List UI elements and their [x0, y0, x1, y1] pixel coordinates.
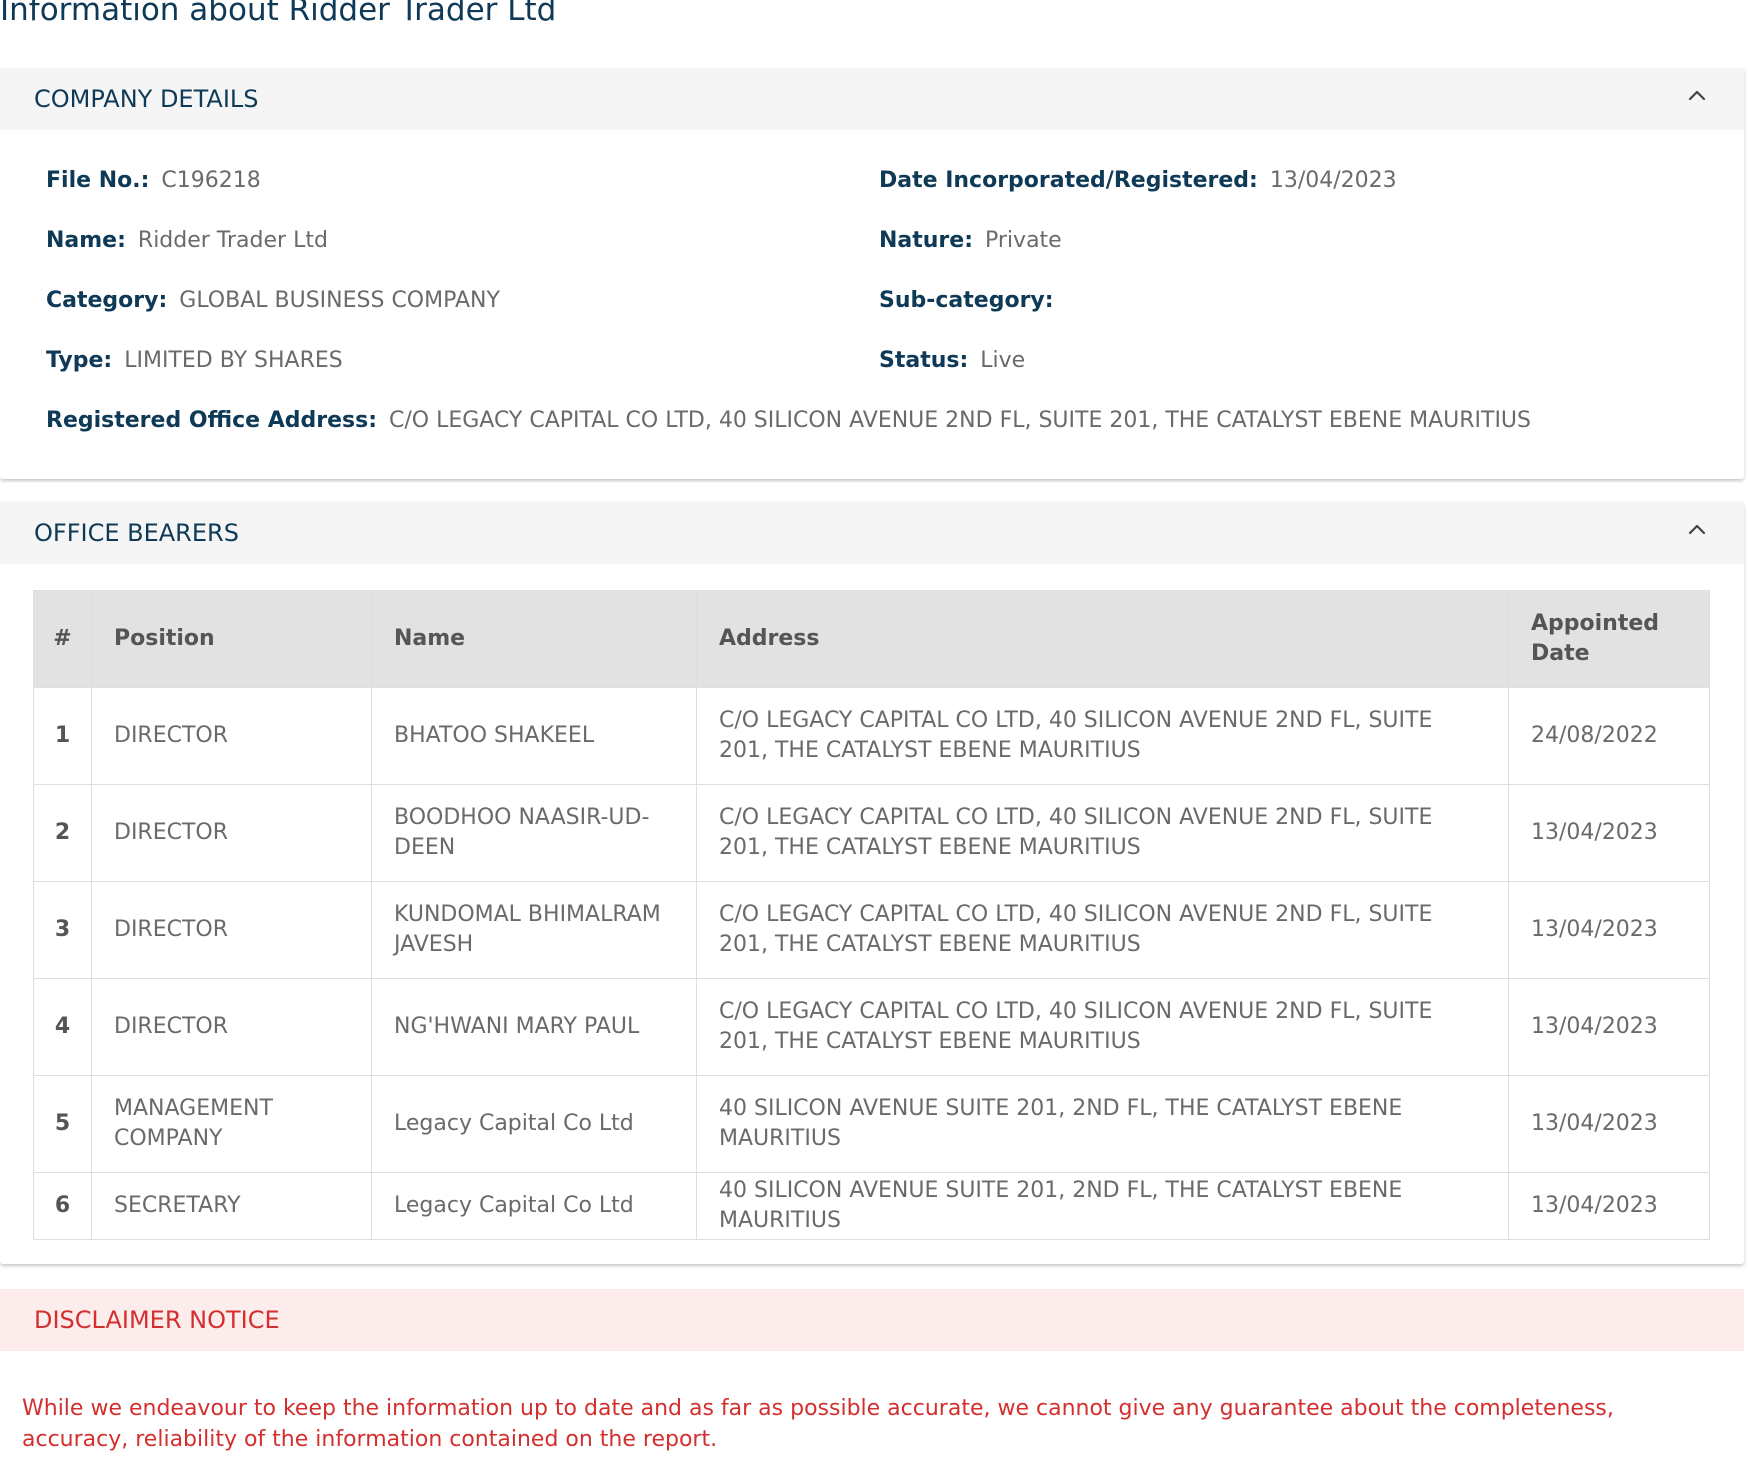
cell-number: 5: [33, 1075, 92, 1173]
cell-position: SECRETARY: [91, 1172, 372, 1240]
cell-name: Legacy Capital Co Ltd: [371, 1075, 697, 1173]
field-value: Private: [985, 228, 1062, 253]
company-details-panel: COMPANY DETAILS File No.: C196218 Date In…: [0, 68, 1744, 479]
cell-address: C/O LEGACY CAPITAL CO LTD, 40 SILICON AV…: [696, 784, 1509, 882]
cell-number: 2: [33, 784, 92, 882]
cell-number: 6: [33, 1172, 92, 1240]
chevron-up-icon[interactable]: [1684, 86, 1710, 106]
column-header-appointed-date: Appointed Date: [1508, 590, 1710, 688]
cell-name: NG'HWANI MARY PAUL: [371, 978, 697, 1076]
cell-name: KUNDOMAL BHIMALRAM JAVESH: [371, 881, 697, 979]
disclaimer-text: While we endeavour to keep the informati…: [22, 1396, 1614, 1452]
field-label: Sub-category:: [879, 288, 1054, 313]
office-bearers-table: # Position Name Address Appointed Date 1…: [33, 590, 1710, 1240]
cell-date: 24/08/2022: [1508, 687, 1710, 785]
field-label: Nature:: [879, 228, 974, 253]
office-bearers-panel: OFFICE BEARERS # Position Name Address A…: [0, 502, 1744, 1264]
field-registered-office: Registered Office Address: C/O LEGACY CAP…: [46, 407, 1531, 435]
cell-date: 13/04/2023: [1508, 784, 1710, 882]
cell-date: 13/04/2023: [1508, 1172, 1710, 1240]
cell-position: DIRECTOR: [91, 881, 372, 979]
field-sub-category: Sub-category:: [879, 287, 1066, 315]
column-header-name: Name: [371, 590, 697, 688]
cell-name: BOODHOO NAASIR-UD-DEEN: [371, 784, 697, 882]
cell-address: C/O LEGACY CAPITAL CO LTD, 40 SILICON AV…: [696, 687, 1509, 785]
field-value: GLOBAL BUSINESS COMPANY: [179, 288, 500, 313]
cell-date: 13/04/2023: [1508, 1075, 1710, 1173]
table-row: 1 DIRECTOR BHATOO SHAKEEL C/O LEGACY CAP…: [33, 687, 1710, 785]
chevron-up-icon[interactable]: [1684, 520, 1710, 540]
column-header-address: Address: [696, 590, 1509, 688]
disclaimer-panel: DISCLAIMER NOTICE While we endeavour to …: [0, 1289, 1744, 1479]
field-label: File No.:: [46, 168, 150, 193]
field-label: Type:: [46, 348, 113, 373]
field-value: Ridder Trader Ltd: [137, 228, 328, 253]
table-row: 6 SECRETARY Legacy Capital Co Ltd 40 SIL…: [33, 1172, 1710, 1240]
cell-position: DIRECTOR: [91, 784, 372, 882]
field-nature: Nature: Private: [879, 227, 1062, 255]
cell-position: DIRECTOR: [91, 687, 372, 785]
table-row: 2 DIRECTOR BOODHOO NAASIR-UD-DEEN C/O LE…: [33, 784, 1710, 882]
cell-address: C/O LEGACY CAPITAL CO LTD, 40 SILICON AV…: [696, 978, 1509, 1076]
cell-position: MANAGEMENT COMPANY: [91, 1075, 372, 1173]
office-bearers-header[interactable]: OFFICE BEARERS: [0, 502, 1744, 564]
field-status: Status: Live: [879, 347, 1025, 375]
cell-number: 4: [33, 978, 92, 1076]
cell-number: 3: [33, 881, 92, 979]
cell-address: C/O LEGACY CAPITAL CO LTD, 40 SILICON AV…: [696, 881, 1509, 979]
company-details-header[interactable]: COMPANY DETAILS: [0, 68, 1744, 130]
table-header-row: # Position Name Address Appointed Date: [33, 590, 1710, 688]
cell-date: 13/04/2023: [1508, 881, 1710, 979]
cell-number: 1: [33, 687, 92, 785]
field-value: LIMITED BY SHARES: [124, 348, 343, 373]
company-details-body: File No.: C196218 Date Incorporated/Regis…: [0, 130, 1744, 479]
office-bearers-title: OFFICE BEARERS: [34, 519, 239, 547]
field-label: Date Incorporated/Registered:: [879, 168, 1258, 193]
field-type: Type: LIMITED BY SHARES: [46, 347, 343, 375]
table-row: 5 MANAGEMENT COMPANY Legacy Capital Co L…: [33, 1075, 1710, 1173]
disclaimer-title: DISCLAIMER NOTICE: [34, 1306, 280, 1334]
table-row: 4 DIRECTOR NG'HWANI MARY PAUL C/O LEGACY…: [33, 978, 1710, 1076]
cell-address: 40 SILICON AVENUE SUITE 201, 2ND FL, THE…: [696, 1075, 1509, 1173]
field-value: C/O LEGACY CAPITAL CO LTD, 40 SILICON AV…: [389, 408, 1532, 433]
field-category: Category: GLOBAL BUSINESS COMPANY: [46, 287, 500, 315]
field-value: 13/04/2023: [1269, 168, 1397, 193]
field-name: Name: Ridder Trader Ltd: [46, 227, 328, 255]
field-label: Status:: [879, 348, 969, 373]
field-label: Name:: [46, 228, 126, 253]
field-file-no: File No.: C196218: [46, 167, 261, 195]
cell-address: 40 SILICON AVENUE SUITE 201, 2ND FL, THE…: [696, 1172, 1509, 1240]
cell-name: Legacy Capital Co Ltd: [371, 1172, 697, 1240]
cell-date: 13/04/2023: [1508, 978, 1710, 1076]
field-value: C196218: [161, 168, 261, 193]
field-date-incorporated: Date Incorporated/Registered: 13/04/2023: [879, 167, 1397, 195]
company-details-title: COMPANY DETAILS: [34, 85, 259, 113]
cell-name: BHATOO SHAKEEL: [371, 687, 697, 785]
field-value: Live: [980, 348, 1026, 373]
disclaimer-header: DISCLAIMER NOTICE: [0, 1289, 1744, 1351]
column-header-position: Position: [91, 590, 372, 688]
page-title: Information about Ridder Trader Ltd: [0, 0, 557, 28]
column-header-number: #: [33, 590, 92, 688]
table-row: 3 DIRECTOR KUNDOMAL BHIMALRAM JAVESH C/O…: [33, 881, 1710, 979]
field-label: Category:: [46, 288, 168, 313]
cell-position: DIRECTOR: [91, 978, 372, 1076]
field-label: Registered Office Address:: [46, 408, 377, 433]
